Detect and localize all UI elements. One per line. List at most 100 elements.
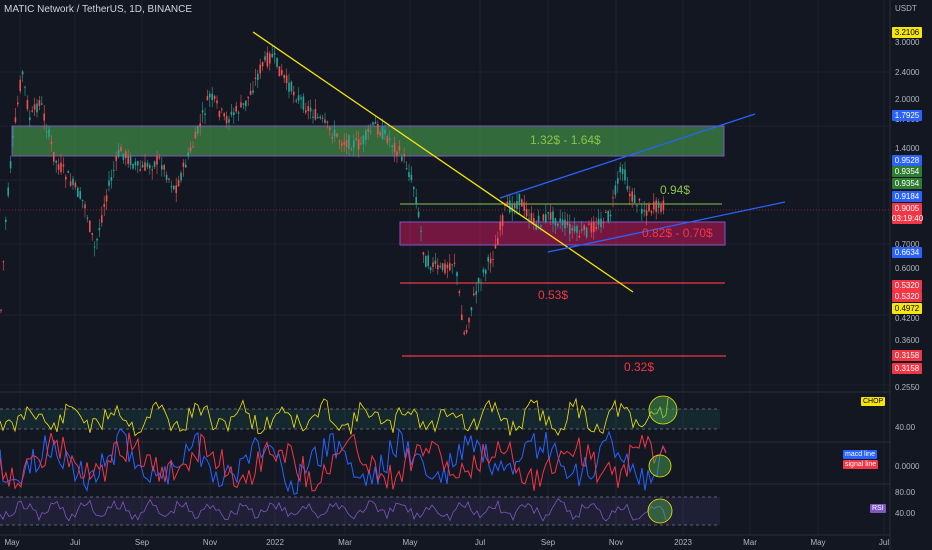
candle-body [312,116,314,118]
candle-body [19,79,21,92]
candle-body [583,225,585,230]
time-tick: May [810,538,826,547]
candle-body [597,218,600,225]
candle-body [441,263,444,270]
time-tick: Jul [878,538,890,547]
candle-body [113,169,115,171]
candle-body [540,225,542,227]
candle-body [362,135,365,144]
candle-body [480,282,482,284]
candle-body [264,56,266,61]
candle-body [588,223,590,225]
candle-body [218,111,221,117]
candle-body [173,185,175,190]
time-tick: May [4,538,20,547]
candle-body [17,102,19,105]
candle-body [636,205,638,207]
candle-body [554,218,557,226]
candle-body [518,193,521,206]
candle-body [487,256,489,262]
candle-body [552,211,554,224]
candle-body [53,151,55,162]
candle-body [360,143,362,145]
price-tick: 0.2550 [895,383,920,392]
candle-body [660,203,662,212]
candle-body [165,174,168,180]
candle-body [293,91,295,96]
time-tick: Mar [743,538,757,547]
time-tick: Jul [474,538,486,547]
candle-body [163,165,165,170]
candle-body [266,52,269,67]
candle-body [405,168,408,170]
candle-body [501,215,504,227]
level-053-label: 0.53$ [538,288,569,302]
candle-body [465,330,468,333]
candle-body [621,168,624,174]
candle-body [653,201,655,210]
macd-highlight-circle[interactable] [648,454,672,478]
candle-body [175,185,177,193]
candle-body [213,95,216,100]
candle-body [189,147,192,152]
rsi-highlight-circle[interactable] [647,498,673,524]
candle-body [348,135,350,149]
candle-body [290,81,293,92]
yellow-downtrend-line[interactable] [252,31,634,293]
candle-body [5,219,7,223]
candle-body [581,229,583,231]
price-tag: 0.3158 [892,363,922,374]
candle-body [24,86,26,88]
candle-body [36,103,38,113]
chop-highlight-circle[interactable] [648,395,678,425]
candle-body [139,169,141,171]
candle-body [398,145,401,151]
candle-body [230,111,233,115]
level-094-label: 0.94$ [660,183,691,197]
candle-body [545,214,547,223]
candle-body [355,138,357,141]
candle-body [77,187,79,198]
price-tag: 0.5320 [892,280,922,291]
chop-label: CHOP [861,397,886,406]
candle-body [153,161,156,167]
price-tick: 0.4200 [895,314,920,323]
chop-tick: 40.00 [895,423,916,432]
candle-body [288,82,290,92]
candle-body [617,178,619,184]
candle-body [353,140,355,148]
candle-body [26,100,29,110]
candle-body [432,262,434,268]
candle-body [247,96,249,99]
time-tick: 2023 [674,538,692,547]
candle-body [125,151,127,159]
candle-body [564,219,566,229]
candle-body [211,93,213,101]
candle-body [43,113,45,121]
candle-body [194,131,197,139]
chart-canvas[interactable] [0,0,932,550]
candle-body [643,210,645,212]
candle-body [96,238,98,241]
candle-body [444,263,446,274]
candle-body [614,185,617,195]
candle-body [31,110,33,112]
candle-body [151,169,153,171]
candle-body [91,233,93,235]
candle-body [129,156,132,166]
candle-body [204,113,206,115]
candle-body [595,227,597,229]
candle-body [413,186,415,190]
candle-body [427,255,429,267]
candle-body [237,112,240,114]
candle-body [314,109,317,120]
candle-body [319,116,321,119]
candle-body [297,95,300,101]
candle-body [578,235,581,238]
candle-body [485,269,487,274]
candle-body [573,226,576,232]
candle-body [461,314,463,321]
candle-body [645,210,648,216]
macd-tick: 0.0000 [895,462,920,471]
candle-body [499,222,501,231]
